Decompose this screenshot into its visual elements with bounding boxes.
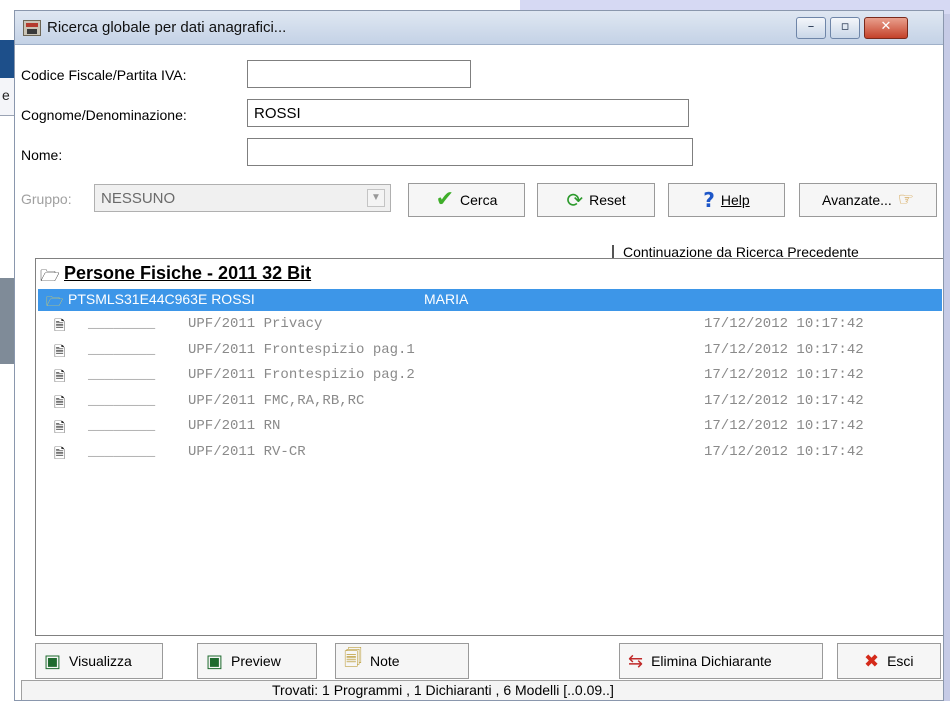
model-timestamp: 17/12/2012 10:17:42 <box>704 443 864 460</box>
document-icon: 🗎 <box>54 369 66 385</box>
maximize-icon: ▫ <box>840 19 850 34</box>
codice-fiscale-label: Codice Fiscale/Partita IVA: <box>21 67 187 83</box>
pointing-hand-icon: ☞ <box>897 189 914 210</box>
note-button[interactable]: 🗐 Note <box>335 643 469 679</box>
continuazione-checkbox[interactable] <box>612 245 614 259</box>
taxpayer-first-name: MARIA <box>424 291 469 307</box>
folder-open-icon: 🗁 <box>40 266 60 285</box>
background-window-left-blue <box>0 40 14 78</box>
model-name: UPF/2011 Frontespizio pag.2 <box>188 367 415 383</box>
codice-fiscale-input[interactable] <box>247 60 471 88</box>
model-timestamp: 17/12/2012 10:17:42 <box>704 392 864 409</box>
result-group[interactable]: 🗁 Persone Fisiche - 2011 32 Bit <box>36 263 936 287</box>
model-blank: ________ <box>88 367 156 383</box>
model-timestamp: 17/12/2012 10:17:42 <box>704 341 864 358</box>
nome-input[interactable] <box>247 138 693 166</box>
model-row[interactable]: 🗎 ________ UPF/2011 RN 17/12/2012 10:17:42 <box>36 415 940 440</box>
screen: e Ricerca globale per dati anagrafici...… <box>0 0 950 701</box>
refresh-icon: ⟳ <box>566 188 584 212</box>
model-blank: ________ <box>88 392 156 409</box>
cognome-label: Cognome/Denominazione: <box>21 107 187 123</box>
swap-arrows-icon: ⇆ <box>628 650 644 672</box>
monitor-icon: ▣ <box>44 650 62 672</box>
model-name: UPF/2011 FMC,RA,RB,RC <box>188 392 365 409</box>
model-blank: ________ <box>88 316 156 332</box>
status-text: Trovati: 1 Programmi , 1 Dichiaranti , 6… <box>272 682 614 698</box>
model-name: UPF/2011 RV-CR <box>188 443 306 460</box>
avanzate-label: Avanzate... <box>822 192 892 208</box>
document-icon: 🗎 <box>54 420 66 436</box>
background-window-left-strip: e <box>0 78 14 116</box>
document-icon: 🗎 <box>54 318 66 334</box>
model-timestamp: 17/12/2012 10:17:42 <box>704 367 864 383</box>
reset-label: Reset <box>589 192 626 208</box>
document-icon: 🗎 <box>54 394 66 411</box>
close-button[interactable]: ✕ <box>864 17 908 39</box>
preview-label: Preview <box>231 653 281 669</box>
esci-button[interactable]: ✖ Esci <box>837 643 941 679</box>
taxpayer-code: PTSMLS31E44C963E ROSSI <box>68 291 255 307</box>
maximize-button[interactable]: ▫ <box>830 17 860 39</box>
document-icon: 🗎 <box>54 445 66 462</box>
monitor-icon: ▣ <box>206 650 224 672</box>
elimina-dichiarante-button[interactable]: ⇆ Elimina Dichiarante <box>619 643 823 679</box>
preview-button[interactable]: ▣ Preview <box>197 643 317 679</box>
folder-open-icon: 🗁 <box>46 294 64 310</box>
help-label: Help <box>720 192 750 208</box>
elimina-label: Elimina Dichiarante <box>651 653 772 669</box>
close-icon: ✕ <box>880 19 892 34</box>
model-name: UPF/2011 Frontespizio pag.1 <box>188 341 415 358</box>
nome-label: Nome: <box>21 147 63 163</box>
title-bar[interactable]: Ricerca globale per dati anagrafici... –… <box>15 11 943 45</box>
help-button[interactable]: ? Help <box>668 183 785 217</box>
search-dialog: Ricerca globale per dati anagrafici... –… <box>14 10 944 701</box>
minimize-icon: – <box>807 19 815 34</box>
checkmark-icon: ✔ <box>435 187 455 212</box>
visualizza-button[interactable]: ▣ Visualizza <box>35 643 163 679</box>
chevron-down-icon[interactable]: ▼ <box>367 189 385 207</box>
status-bar: Trovati: 1 Programmi , 1 Dichiaranti , 6… <box>21 680 943 700</box>
model-row[interactable]: 🗎 ________ UPF/2011 Frontespizio pag.2 17/1… <box>36 364 940 389</box>
window-title: Ricerca globale per dati anagrafici... <box>47 19 287 36</box>
esci-label: Esci <box>887 653 914 669</box>
gruppo-label: Gruppo: <box>21 191 72 207</box>
model-row[interactable]: 🗎 ________ UPF/2011 Frontespizio pag.1 17/1… <box>36 339 940 364</box>
background-window-left-gray <box>0 278 14 364</box>
question-icon: ? <box>703 188 715 212</box>
model-blank: ________ <box>88 341 156 358</box>
minimize-button[interactable]: – <box>796 17 826 39</box>
document-icon: 🗎 <box>54 343 66 360</box>
model-blank: ________ <box>88 443 156 460</box>
model-row[interactable]: 🗎 ________ UPF/2011 FMC,RA,RB,RC 17/12/2012… <box>36 390 940 415</box>
model-row[interactable]: 🗎 ________ UPF/2011 RV-CR 17/12/2012 10:17:… <box>36 441 940 466</box>
model-name: UPF/2011 RN <box>188 418 281 434</box>
group-title: Persone Fisiche - 2011 32 Bit <box>64 263 312 283</box>
model-name: UPF/2011 Privacy <box>188 316 323 332</box>
reset-button[interactable]: ⟳ Reset <box>537 183 655 217</box>
results-list[interactable]: 🗁 Persone Fisiche - 2011 32 Bit 🗁 PTSMLS… <box>35 258 943 636</box>
model-blank: ________ <box>88 418 156 434</box>
model-timestamp: 17/12/2012 10:17:42 <box>704 316 864 332</box>
cognome-input[interactable] <box>247 99 689 127</box>
visualizza-label: Visualizza <box>69 653 132 669</box>
note-label: Note <box>369 653 400 669</box>
avanzate-button[interactable]: Avanzate... ☞ <box>799 183 937 217</box>
model-row[interactable]: 🗎 ________ UPF/2011 Privacy 17/12/2012 10:1… <box>36 313 940 338</box>
background-window-right <box>944 14 950 701</box>
selected-taxpayer-row[interactable]: 🗁 PTSMLS31E44C963E ROSSI MARIA <box>38 289 942 311</box>
gruppo-select[interactable] <box>94 184 391 212</box>
notepad-icon: 🗐 <box>344 648 362 669</box>
cerca-label: Cerca <box>460 192 498 208</box>
cerca-button[interactable]: ✔ Cerca <box>408 183 525 217</box>
model-timestamp: 17/12/2012 10:17:42 <box>704 418 864 434</box>
x-icon: ✖ <box>864 650 880 672</box>
app-icon <box>23 20 41 36</box>
background-text: e <box>2 87 10 103</box>
